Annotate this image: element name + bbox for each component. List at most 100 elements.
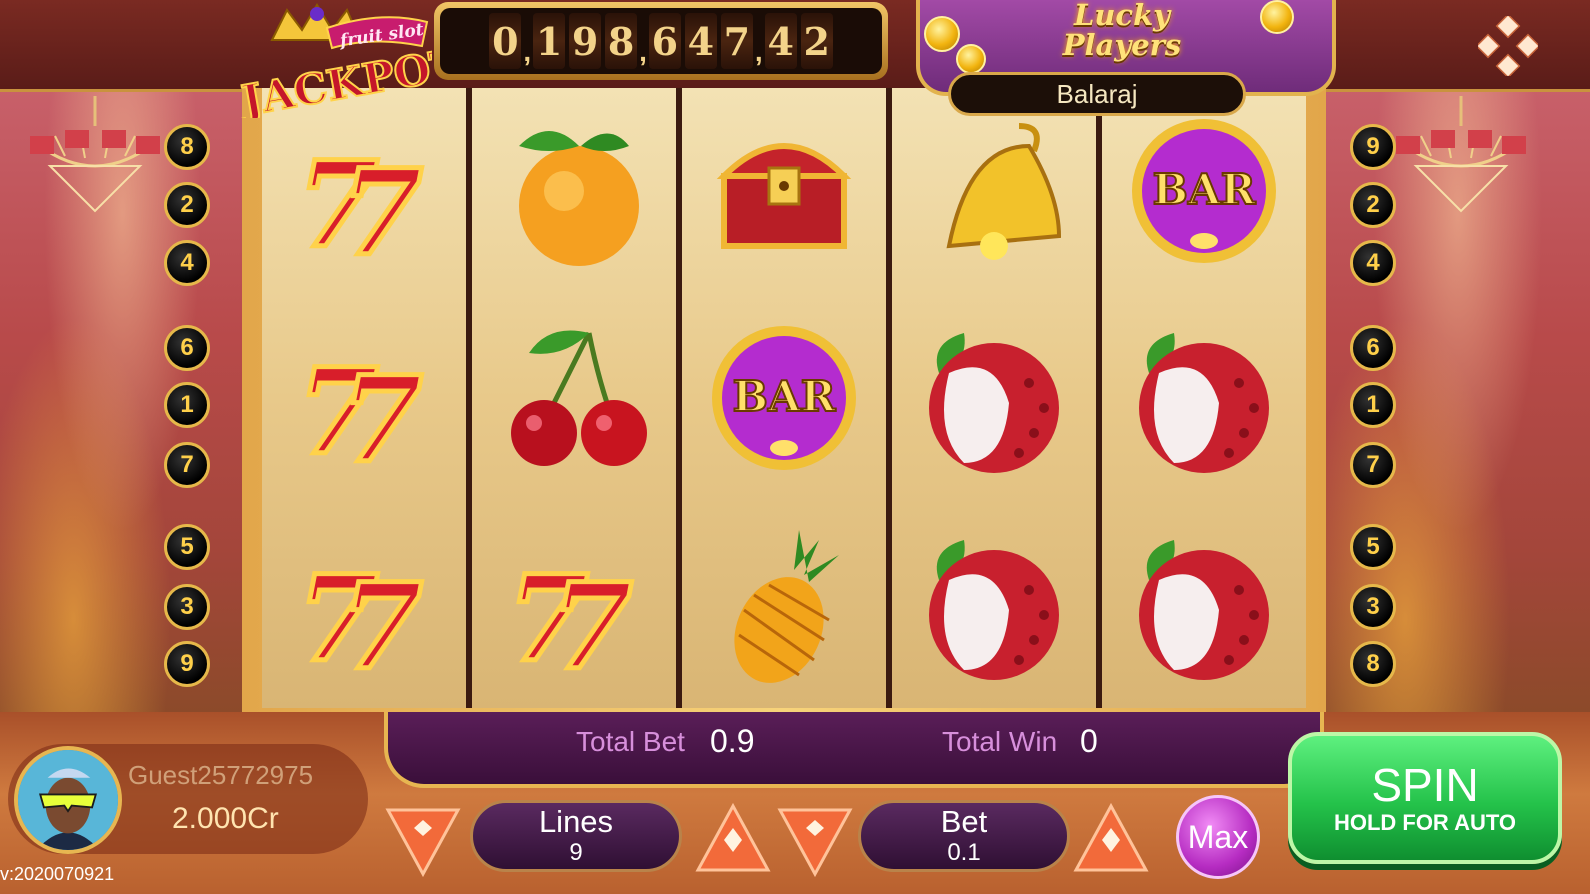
jackpot-digit: 1 [533,13,566,69]
svg-text:BAR: BAR [1153,165,1257,214]
treasure-chest-icon [716,143,852,250]
reel-cell [1102,501,1306,708]
player-name: Guest25772975 [128,760,314,790]
seven-icon: 77 [295,133,426,277]
right-line-badge[interactable]: 6 [1350,325,1396,371]
jackpot-counter-digits: 0,198,647,42 [440,8,882,74]
chandelier-icon [1396,96,1526,213]
reel-cell [892,501,1096,708]
left-line-badge[interactable]: 6 [164,325,210,371]
lines-decrease-button[interactable] [384,806,462,878]
svg-text:7: 7 [341,143,423,276]
coin-icon [1260,0,1294,34]
jackpot-logo-main: JACKPOT [234,39,432,118]
right-line-badge[interactable]: 2 [1350,182,1396,228]
chandelier-icon [30,96,160,213]
lychee-icon [929,539,1059,680]
player-balance: 2.000Cr [172,802,279,835]
jackpot-counter: 0,198,647,42 [434,2,888,80]
reel-5: BAR [1102,88,1306,708]
seven-icon: 77 [505,546,636,690]
reel-4 [892,88,1096,708]
jackpot-digit: 2 [800,13,833,69]
reel-cell: 77 [262,88,466,295]
reel-cell [892,88,1096,295]
reel-cell [472,295,676,502]
lucky-player-name: Balaraj [948,72,1246,116]
spin-button[interactable]: SPIN HOLD FOR AUTO [1288,732,1562,864]
jackpot-separator: , [639,36,647,67]
lucky-players-title: Lucky Players [1062,0,1182,62]
lychee-icon [1139,333,1269,473]
left-line-badge[interactable]: 1 [164,382,210,428]
jackpot-digit: 7 [720,13,753,69]
seven-icon: 77 [295,546,426,690]
avatar[interactable] [14,746,122,854]
right-line-badge[interactable]: 1 [1350,382,1396,428]
lines-selector: Lines 9 [470,800,682,872]
reel-2: 77 [472,88,676,708]
lines-value: 9 [569,839,583,866]
bell-icon [946,123,1062,261]
right-line-badge[interactable]: 8 [1350,641,1396,687]
reel-cell [682,88,886,295]
svg-text:7: 7 [341,557,423,690]
max-bet-button[interactable]: Max [1176,795,1260,879]
lychee-icon [929,333,1059,473]
bar-icon: BAR [712,326,856,470]
left-line-badge[interactable]: 2 [164,182,210,228]
spin-sublabel: HOLD FOR AUTO [1333,810,1517,835]
total-win-label: Total Win [942,726,1058,757]
left-line-badge[interactable]: 8 [164,124,210,170]
jackpot-separator: , [523,36,532,67]
jackpot-digit: 8 [605,13,638,69]
coin-icon [924,16,960,52]
reel-cell: BAR [682,295,886,502]
bet-value: 0.1 [947,839,981,866]
jackpot-digit: 6 [648,13,681,69]
reel-cell [892,295,1096,502]
left-line-badge[interactable]: 7 [164,442,210,488]
svg-text:BAR: BAR [733,372,837,421]
bet-label: Bet [940,804,988,839]
left-line-badge[interactable]: 3 [164,584,210,630]
right-line-badge[interactable]: 5 [1350,524,1396,570]
bet-selector: Bet 0.1 [858,800,1070,872]
menu-icon[interactable] [1478,16,1538,76]
jackpot-digit: 0 [489,13,522,69]
svg-text:7: 7 [551,557,633,690]
reels: 77 77 77 77 BAR BAR [262,88,1306,708]
pineapple-icon [734,529,839,683]
reel-cell: 77 [472,501,676,708]
right-line-badge[interactable]: 4 [1350,240,1396,286]
bet-increase-button[interactable] [1072,802,1150,874]
jackpot-digit: 4 [684,13,717,69]
left-line-badge[interactable]: 4 [164,240,210,286]
jackpot-digit: 9 [569,13,602,69]
reel-cell [1102,295,1306,502]
left-line-badge[interactable]: 9 [164,641,210,687]
coin-icon [956,44,986,74]
reel-cell: 77 [262,501,466,708]
svg-text:7: 7 [341,350,423,483]
reel-cell: BAR [1102,88,1306,295]
right-line-badge[interactable]: 3 [1350,584,1396,630]
reel-cell [472,88,676,295]
lines-increase-button[interactable] [694,802,772,874]
reel-cell [682,501,886,708]
left-line-badge[interactable]: 5 [164,524,210,570]
jackpot-logo: fruit slot JACKPOT [233,3,432,118]
right-line-badge[interactable]: 7 [1350,442,1396,488]
jackpot-digit: 4 [764,13,797,69]
reel-3: BAR [682,88,886,708]
bar-icon: BAR [1132,119,1276,264]
right-line-badge[interactable]: 9 [1350,124,1396,170]
lychee-icon [1139,539,1269,680]
total-bet-label: Total Bet [576,726,685,757]
cherry-icon [511,330,647,466]
bet-decrease-button[interactable] [776,806,854,878]
spin-label: SPIN [1371,759,1479,811]
lines-label: Lines [538,804,614,839]
bet-info-strip [384,712,1324,788]
orange-icon [519,131,639,267]
